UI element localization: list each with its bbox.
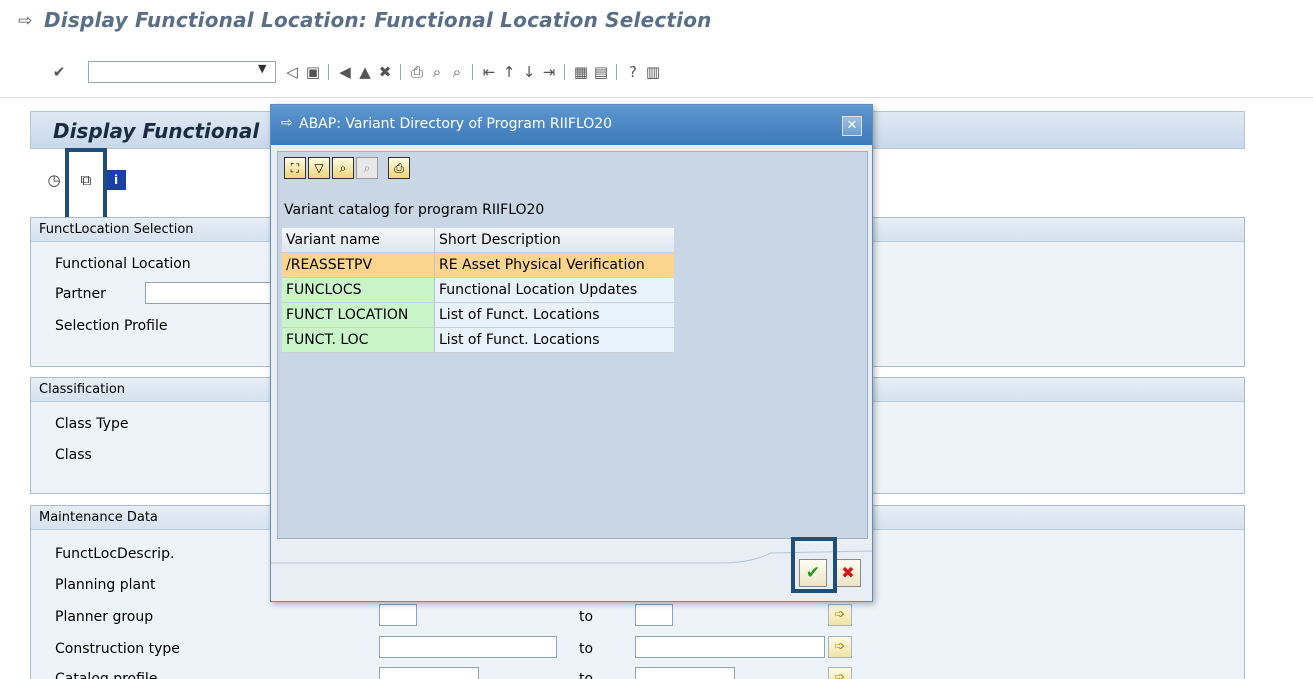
variant-name[interactable]: FUNCLOCS: [282, 278, 435, 303]
list-item[interactable]: FUNCT. LOC List of Funct. Locations: [282, 328, 674, 353]
cancel-button[interactable]: ✖: [835, 559, 861, 587]
list-item[interactable]: /REASSETPV RE Asset Physical Verificatio…: [282, 253, 674, 278]
toolbar-separator: [472, 64, 473, 80]
standard-toolbar: ✔ ▼ ◁ ▣ ◀ ▲ ✖ ⎙ ⌕ ⌕ ⇤ ↑ ↓ ⇥ ▦ ▤ ? ▥: [0, 46, 1313, 98]
list-header-row: Variant name Short Description: [282, 228, 674, 253]
variant-directory-dialog: ⇨ ABAP: Variant Directory of Program RII…: [270, 104, 873, 602]
label-partner: Partner: [55, 286, 106, 302]
back-icon[interactable]: ◀: [336, 63, 354, 81]
label-catalog-profile: Catalog profile: [55, 671, 158, 679]
back-triangle-icon[interactable]: ◁: [283, 63, 301, 81]
enter-check-icon[interactable]: ✔: [50, 63, 68, 81]
exit-arrow-icon: ⇨: [18, 11, 33, 31]
execute-clock-icon[interactable]: ◷: [44, 170, 64, 190]
label-functional-location: Functional Location: [55, 256, 191, 272]
select-icon: ⛶: [290, 161, 300, 175]
planner-group-from-input[interactable]: [379, 604, 417, 626]
dialog-content: ⛶ ▽ ⌕ ⌕ ⎙ Variant catalog for program RI…: [277, 151, 868, 539]
label-planner-group: Planner group: [55, 609, 154, 625]
planner-group-to-input[interactable]: [635, 604, 673, 626]
to-label: to: [579, 641, 594, 657]
multiple-selection-button[interactable]: ➩: [828, 604, 852, 626]
dialog-title-bar: ⇨ ABAP: Variant Directory of Program RII…: [271, 105, 872, 145]
catalog-profile-to-input[interactable]: [635, 667, 735, 679]
dialog-title: ABAP: Variant Directory of Program RIIFL…: [299, 116, 613, 132]
first-page-icon[interactable]: ⇤: [480, 63, 498, 81]
multiple-selection-button[interactable]: ➩: [828, 636, 852, 658]
construction-type-to-input[interactable]: [635, 636, 825, 658]
next-page-icon[interactable]: ↓: [520, 63, 538, 81]
shortcut-icon[interactable]: ▤: [592, 63, 610, 81]
find-icon: ⌕: [339, 161, 347, 175]
window-title-bar: ⇨ Display Functional Location: Functiona…: [0, 0, 1313, 46]
to-label: to: [579, 609, 594, 625]
print-icon: ⎙: [394, 161, 404, 175]
footer-curve: [271, 550, 872, 564]
toolbar-separator: [328, 64, 329, 80]
cancel-icon[interactable]: ✖: [376, 63, 394, 81]
list-item[interactable]: FUNCT LOCATION List of Funct. Locations: [282, 303, 674, 328]
variant-description[interactable]: List of Funct. Locations: [435, 328, 674, 353]
print-icon[interactable]: ⎙: [408, 63, 426, 81]
catalog-label: Variant catalog for program RIIFLO20: [284, 202, 545, 218]
toolbar-separator: [616, 64, 617, 80]
create-session-icon[interactable]: ▦: [572, 63, 590, 81]
exit-icon[interactable]: ▲: [356, 63, 374, 81]
save-icon[interactable]: ▣: [304, 63, 322, 81]
label-selection-profile: Selection Profile: [55, 318, 168, 334]
find-button[interactable]: ⌕: [332, 157, 354, 179]
find-icon[interactable]: ⌕: [428, 63, 446, 81]
cancel-x-icon: ✖: [841, 563, 855, 582]
label-class: Class: [55, 447, 92, 463]
command-field[interactable]: [88, 61, 276, 83]
variant-name[interactable]: /REASSETPV: [282, 253, 435, 278]
toolbar-separator: [400, 64, 401, 80]
find-next-button[interactable]: ⌕: [356, 157, 378, 179]
layout-menu-icon[interactable]: ▥: [644, 63, 662, 81]
filter-button[interactable]: ▽: [308, 157, 330, 179]
variant-description[interactable]: Functional Location Updates: [435, 278, 674, 303]
variant-description[interactable]: List of Funct. Locations: [435, 303, 674, 328]
construction-type-from-input[interactable]: [379, 636, 557, 658]
choose-button[interactable]: ⛶: [284, 157, 306, 179]
highlight-box-variant: [65, 148, 107, 224]
print-button[interactable]: ⎙: [388, 157, 410, 179]
window-title: Display Functional Location: Functional …: [44, 8, 712, 32]
variant-list: Variant name Short Description /REASSETP…: [282, 228, 674, 353]
label-functlocdescrip: FunctLocDescrip.: [55, 546, 175, 562]
to-label: to: [579, 671, 594, 679]
catalog-profile-from-input[interactable]: [379, 667, 479, 679]
column-header-variant-name[interactable]: Variant name: [282, 228, 435, 253]
label-planning-plant: Planning plant: [55, 577, 156, 593]
partner-input[interactable]: [145, 282, 275, 304]
previous-page-icon[interactable]: ↑: [500, 63, 518, 81]
last-page-icon[interactable]: ⇥: [540, 63, 558, 81]
chevron-down-icon[interactable]: ▼: [258, 62, 266, 75]
multiple-selection-button[interactable]: ➩: [828, 667, 852, 679]
info-icon[interactable]: i: [106, 170, 126, 190]
close-button[interactable]: ✕: [842, 116, 862, 136]
toolbar-separator: [564, 64, 565, 80]
variant-description[interactable]: RE Asset Physical Verification: [435, 253, 674, 278]
close-icon: ✕: [846, 118, 858, 133]
help-icon[interactable]: ?: [624, 63, 642, 81]
column-header-short-description[interactable]: Short Description: [435, 228, 674, 253]
find-next-icon[interactable]: ⌕: [448, 63, 466, 81]
label-class-type: Class Type: [55, 416, 129, 432]
variant-name[interactable]: FUNCT. LOC: [282, 328, 435, 353]
variant-name[interactable]: FUNCT LOCATION: [282, 303, 435, 328]
filter-icon: ▽: [314, 161, 324, 175]
list-item[interactable]: FUNCLOCS Functional Location Updates: [282, 278, 674, 303]
find-next-icon: ⌕: [363, 161, 371, 175]
label-construction-type: Construction type: [55, 641, 180, 657]
highlight-box-ok: [791, 537, 837, 593]
exit-arrow-icon: ⇨: [281, 115, 293, 131]
screen-title: Display Functional: [53, 119, 260, 143]
